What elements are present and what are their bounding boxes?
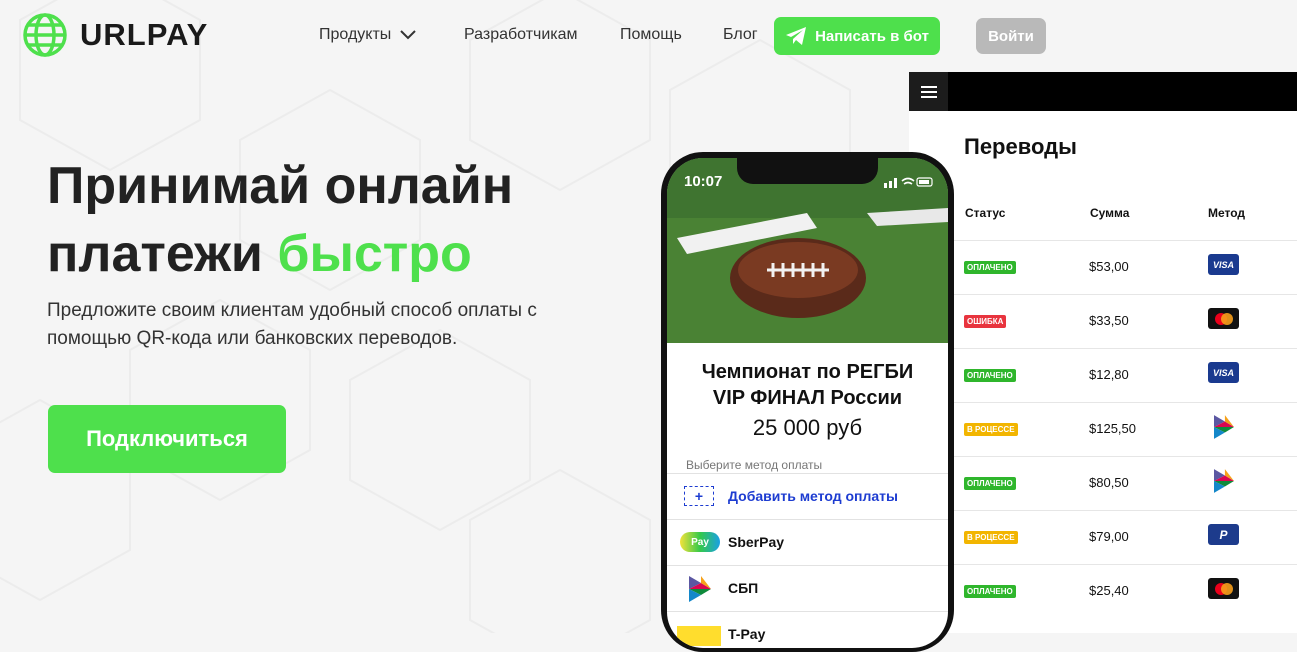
panel-topbar [909,72,1297,111]
status-badge: ОШИБКА [964,315,1007,328]
event-title-line1: Чемпионат по РЕГБИ [701,361,914,383]
paypal-icon: P [1208,524,1239,545]
table-row[interactable]: В РОЦЕССЕ $125,50 [954,402,1297,457]
table-row[interactable]: ОПЛАЧЕНО $53,00 VISA [954,240,1297,295]
amount-value: $12,80 [1089,367,1129,382]
nav-developers[interactable]: Разработчикам [464,26,578,44]
amount-value: $79,00 [1089,529,1129,544]
mastercard-icon [1208,308,1239,329]
hero-title: Принимай онлайн платежи быстро [47,152,513,288]
sbp-icon [1208,414,1239,439]
event-title-line2: VIP ФИНАЛ России [712,387,903,409]
transfers-panel: Переводы Статус Сумма Метод ОПЛАЧЕНО $53,… [909,72,1297,633]
add-method-row[interactable]: + Добавить метод оплаты [667,473,948,520]
choose-method-label: Выберите метод оплаты [686,458,823,472]
telegram-icon [786,27,807,45]
globe-icon [23,13,67,57]
nav-blog[interactable]: Блог [723,26,758,44]
method-sberpay[interactable]: Pay SberPay [667,519,948,566]
tpay-icon [677,626,721,646]
table-row[interactable]: В РОЦЕССЕ $79,00 P [954,510,1297,565]
event-title: Чемпионат по РЕГБИ VIP ФИНАЛ России [667,359,948,411]
column-amount: Сумма [1090,206,1130,220]
mastercard-icon [1208,578,1239,599]
status-badge: В РОЦЕССЕ [964,423,1018,436]
visa-icon: VISA [1208,362,1239,383]
amount-value: $53,00 [1089,259,1129,274]
hero-subtitle: Предложите своим клиентам удобный способ… [47,300,537,349]
phone-notch [737,158,878,184]
phone-mockup: 10:07 Чемпионат по РЕГБИ VIP ФИНАЛ Росси… [661,152,954,652]
method-sbp-label: СБП [728,580,759,596]
header: URLPAY Продукты Разработчикам Помощь Бло… [0,0,1297,72]
column-method: Метод [1208,206,1246,220]
write-to-bot-button[interactable]: Написать в бот [774,17,940,55]
hero-title-plain: платежи [47,225,278,283]
sbp-icon [689,576,711,602]
table-row[interactable]: ОПЛАЧЕНО $80,50 [954,456,1297,511]
amount-value: $125,50 [1089,421,1136,436]
status-badge: ОПЛАЧЕНО [964,261,1016,274]
hero-title-accent: быстро [277,225,472,283]
amount-value: $25,40 [1089,583,1129,598]
phone-screen: 10:07 Чемпионат по РЕГБИ VIP ФИНАЛ Росси… [667,158,948,648]
hero-title-line2: платежи быстро [47,220,513,288]
status-badge: В РОЦЕССЕ [964,531,1018,544]
nav-products[interactable]: Продукты [319,26,417,44]
visa-icon: VISA [1208,254,1239,275]
table-row[interactable]: ОШИБКА $33,50 [954,294,1297,349]
status-icons [884,177,933,188]
plus-icon: + [684,486,714,506]
sberpay-icon: Pay [680,532,720,552]
status-badge: ОПЛАЧЕНО [964,369,1016,382]
menu-button[interactable] [909,72,948,111]
login-button[interactable]: Войти [976,18,1046,54]
method-tpay-label: T-Pay [728,626,766,642]
hero-title-line1: Принимай онлайн [47,157,514,215]
add-method-label: Добавить метод оплаты [728,488,898,504]
hamburger-icon [920,85,937,98]
table-row[interactable]: ОПЛАЧЕНО $25,40 [954,564,1297,619]
chevron-down-icon [400,30,417,40]
method-sberpay-label: SberPay [728,534,785,550]
status-badge: ОПЛАЧЕНО [964,585,1016,598]
column-status: Статус [965,206,1006,220]
event-price: 25 000 руб [752,415,863,440]
brand-name: URLPAY [80,17,209,52]
write-to-bot-label: Написать в бот [815,27,929,45]
status-badge: ОПЛАЧЕНО [964,477,1016,490]
status-time: 10:07 [684,173,723,190]
nav-products-label: Продукты [319,26,392,43]
transfers-title: Переводы [964,134,1077,159]
method-tpay[interactable]: T-Pay [667,611,948,648]
amount-value: $80,50 [1089,475,1129,490]
amount-value: $33,50 [1089,313,1129,328]
nav-help[interactable]: Помощь [620,26,682,44]
method-sbp[interactable]: СБП [667,565,948,612]
connect-button[interactable]: Подключиться [48,405,286,473]
logo[interactable]: URLPAY [22,12,208,58]
sbp-icon [1208,468,1239,493]
table-row[interactable]: ОПЛАЧЕНО $12,80 VISA [954,348,1297,403]
